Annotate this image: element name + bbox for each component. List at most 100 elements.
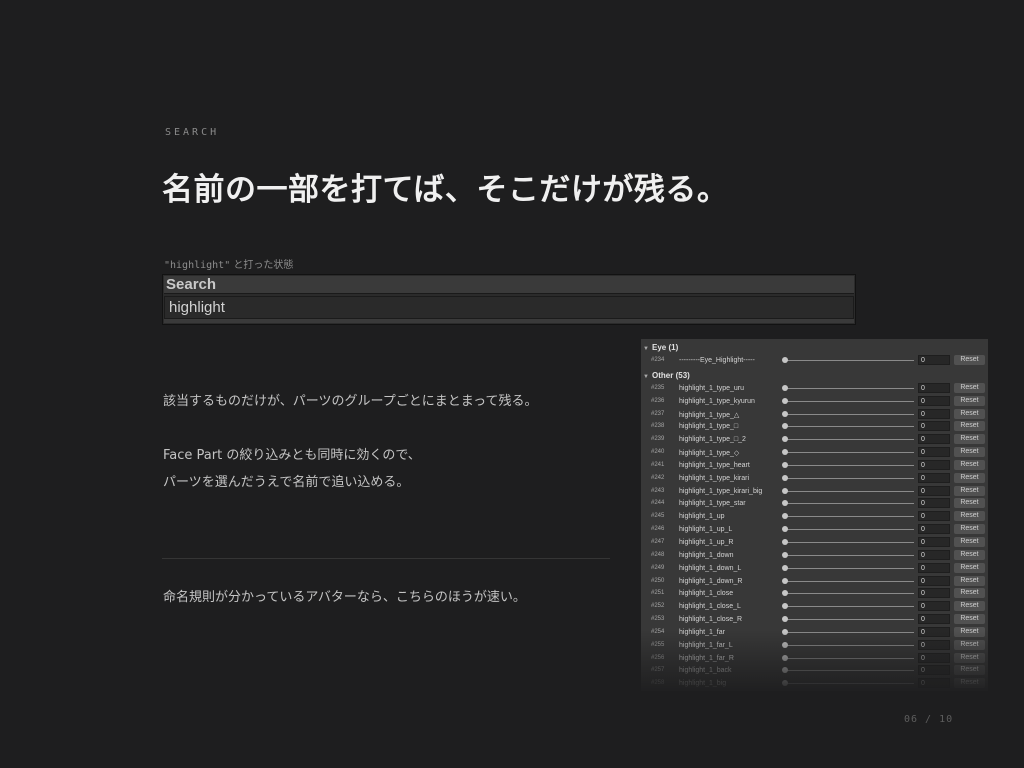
slider-track[interactable] bbox=[787, 606, 914, 608]
reset-button[interactable]: Reset bbox=[954, 614, 985, 625]
slider-track[interactable] bbox=[787, 631, 914, 633]
reset-button[interactable]: Reset bbox=[954, 485, 985, 496]
slider-track[interactable] bbox=[787, 387, 914, 389]
slider-handle[interactable] bbox=[782, 526, 788, 533]
slider-handle[interactable] bbox=[782, 474, 788, 481]
value-field[interactable]: 0 bbox=[918, 588, 950, 599]
value-field[interactable]: 0 bbox=[918, 421, 950, 432]
value-field[interactable]: 0 bbox=[918, 459, 950, 470]
slider-handle[interactable] bbox=[782, 564, 788, 571]
value-field[interactable]: 0 bbox=[918, 382, 950, 393]
value-field[interactable]: 0 bbox=[918, 447, 950, 458]
reset-button[interactable]: Reset bbox=[954, 639, 985, 650]
slider-track[interactable] bbox=[787, 464, 914, 466]
reset-button[interactable]: Reset bbox=[954, 498, 985, 509]
slider-handle[interactable] bbox=[782, 641, 788, 648]
value-field[interactable]: 0 bbox=[918, 652, 950, 663]
slider-handle[interactable] bbox=[782, 436, 788, 443]
slider-track[interactable] bbox=[787, 593, 914, 595]
slider-track[interactable] bbox=[787, 644, 914, 646]
slider-handle[interactable] bbox=[782, 654, 788, 661]
value-field[interactable]: 0 bbox=[918, 485, 950, 496]
reset-button[interactable]: Reset bbox=[954, 434, 985, 445]
slider-track[interactable] bbox=[787, 516, 914, 518]
slider-handle[interactable] bbox=[782, 423, 788, 430]
slider-handle[interactable] bbox=[782, 461, 788, 468]
reset-button[interactable]: Reset bbox=[954, 524, 985, 535]
slider-track[interactable] bbox=[787, 503, 914, 505]
reset-button[interactable]: Reset bbox=[954, 626, 985, 637]
reset-button[interactable]: Reset bbox=[954, 395, 985, 406]
value-field[interactable]: 0 bbox=[918, 678, 950, 689]
value-field[interactable]: 0 bbox=[918, 639, 950, 650]
slider-track[interactable] bbox=[787, 413, 914, 415]
slider-handle[interactable] bbox=[782, 397, 788, 404]
slider-track[interactable] bbox=[787, 580, 914, 582]
reset-button[interactable]: Reset bbox=[954, 472, 985, 483]
slider-handle[interactable] bbox=[782, 680, 788, 687]
value-field[interactable]: 0 bbox=[918, 575, 950, 586]
slider-track[interactable] bbox=[787, 490, 914, 492]
search-input[interactable]: highlight bbox=[164, 296, 854, 319]
value-field[interactable]: 0 bbox=[918, 355, 950, 365]
reset-button[interactable]: Reset bbox=[954, 562, 985, 573]
reset-button[interactable]: Reset bbox=[954, 459, 985, 470]
slider-handle[interactable] bbox=[782, 628, 788, 635]
slider-track[interactable] bbox=[787, 670, 914, 672]
slider-track[interactable] bbox=[787, 619, 914, 621]
slider-handle[interactable] bbox=[782, 357, 788, 363]
value-field[interactable]: 0 bbox=[918, 562, 950, 573]
value-field[interactable]: 0 bbox=[918, 395, 950, 406]
value-field[interactable]: 0 bbox=[918, 434, 950, 445]
group-header[interactable]: ▼ Eye (1) bbox=[641, 341, 988, 354]
slider-track[interactable] bbox=[787, 439, 914, 441]
value-field[interactable]: 0 bbox=[918, 601, 950, 612]
slider-handle[interactable] bbox=[782, 667, 788, 674]
value-field[interactable]: 0 bbox=[918, 549, 950, 560]
reset-button[interactable]: Reset bbox=[954, 678, 985, 689]
reset-button[interactable]: Reset bbox=[954, 382, 985, 393]
slider-handle[interactable] bbox=[782, 449, 788, 456]
slider-handle[interactable] bbox=[782, 616, 788, 623]
value-field[interactable]: 0 bbox=[918, 511, 950, 522]
value-field[interactable]: 0 bbox=[918, 665, 950, 676]
slider-track[interactable] bbox=[787, 541, 914, 543]
slider-track[interactable] bbox=[787, 426, 914, 428]
slider-handle[interactable] bbox=[782, 577, 788, 584]
slider-track[interactable] bbox=[787, 567, 914, 569]
slider-handle[interactable] bbox=[782, 603, 788, 610]
slider-track[interactable] bbox=[787, 554, 914, 556]
slider-handle[interactable] bbox=[782, 410, 788, 417]
reset-button[interactable]: Reset bbox=[954, 355, 985, 365]
value-field[interactable]: 0 bbox=[918, 524, 950, 535]
slider-track[interactable] bbox=[787, 360, 914, 361]
slider-handle[interactable] bbox=[782, 384, 788, 391]
slider-track[interactable] bbox=[787, 683, 914, 685]
reset-button[interactable]: Reset bbox=[954, 588, 985, 599]
slider-track[interactable] bbox=[787, 400, 914, 402]
reset-button[interactable]: Reset bbox=[954, 652, 985, 663]
slider-handle[interactable] bbox=[782, 487, 788, 494]
value-field[interactable]: 0 bbox=[918, 472, 950, 483]
value-field[interactable]: 0 bbox=[918, 536, 950, 547]
value-field[interactable]: 0 bbox=[918, 408, 950, 419]
reset-button[interactable]: Reset bbox=[954, 549, 985, 560]
reset-button[interactable]: Reset bbox=[954, 511, 985, 522]
reset-button[interactable]: Reset bbox=[954, 421, 985, 432]
slider-handle[interactable] bbox=[782, 513, 788, 520]
reset-button[interactable]: Reset bbox=[954, 408, 985, 419]
reset-button[interactable]: Reset bbox=[954, 536, 985, 547]
slider-track[interactable] bbox=[787, 657, 914, 659]
group-header[interactable]: ▼ Other (53) bbox=[641, 369, 988, 382]
slider-track[interactable] bbox=[787, 452, 914, 454]
slider-track[interactable] bbox=[787, 529, 914, 531]
slider-handle[interactable] bbox=[782, 500, 788, 507]
value-field[interactable]: 0 bbox=[918, 626, 950, 637]
value-field[interactable]: 0 bbox=[918, 614, 950, 625]
slider-handle[interactable] bbox=[782, 551, 788, 558]
slider-handle[interactable] bbox=[782, 590, 788, 597]
slider-handle[interactable] bbox=[782, 538, 788, 545]
reset-button[interactable]: Reset bbox=[954, 447, 985, 458]
slider-track[interactable] bbox=[787, 477, 914, 479]
value-field[interactable]: 0 bbox=[918, 498, 950, 509]
